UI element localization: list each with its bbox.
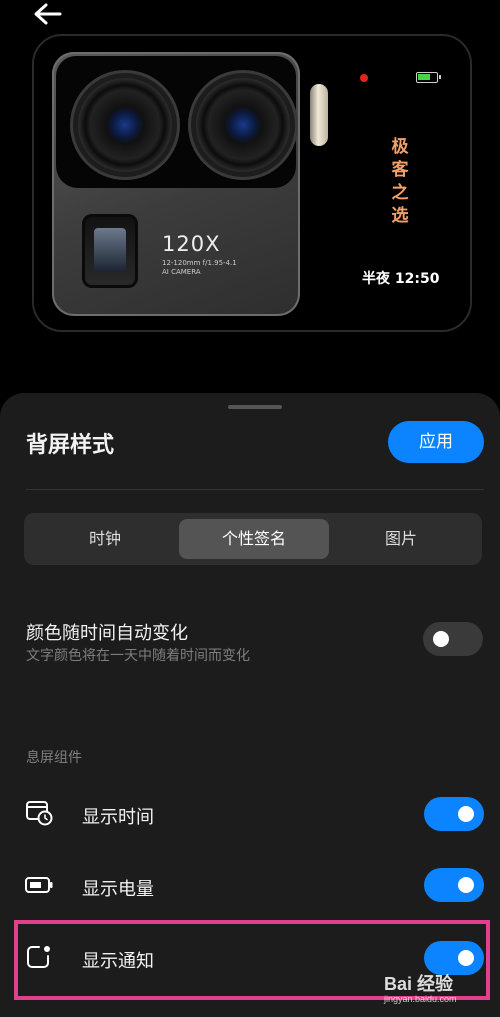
zoom-label: 120X	[162, 232, 221, 256]
periscope-lens-icon	[82, 214, 138, 288]
camera-spec-text: 12-120mm f/1.95-4.1 AI CAMERA	[162, 259, 237, 277]
camera-spec-line: 12-120mm f/1.95-4.1	[162, 259, 237, 267]
preview-clock: 半夜 12:50	[362, 271, 440, 287]
indicator-dot	[360, 74, 368, 82]
back-button[interactable]	[30, 0, 66, 30]
watermark-url: jingyan.baidu.com	[384, 994, 457, 1004]
signature-text: 极客之选	[391, 137, 409, 226]
camera-spec-line: AI CAMERA	[162, 268, 201, 276]
color-auto-change-title: 颜色随时间自动变化	[26, 623, 188, 644]
camera-lens-housing	[56, 56, 296, 188]
widgets-section-label: 息屏组件	[26, 750, 82, 766]
color-auto-change-toggle[interactable]	[423, 622, 483, 656]
camera-module-image: 120X 12-120mm f/1.95-4.1 AI CAMERA	[52, 52, 300, 316]
apply-button[interactable]: 应用	[388, 421, 484, 463]
back-screen-preview: 120X 12-120mm f/1.95-4.1 AI CAMERA 极客之选 …	[32, 34, 472, 332]
watermark-brand: Bai 经验	[384, 974, 454, 994]
show-battery-toggle[interactable]	[424, 868, 484, 902]
sheet-title: 背屏样式	[26, 433, 115, 458]
tab-signature[interactable]: 个性签名	[179, 519, 329, 559]
baidu-watermark: Bai 经验 jingyan.baidu.com	[384, 970, 457, 1004]
camera-lens-icon	[78, 78, 172, 172]
battery-icon	[25, 877, 53, 893]
drag-handle[interactable]	[228, 405, 282, 409]
clock-calendar-icon	[26, 801, 53, 826]
tab-image[interactable]: 图片	[326, 519, 476, 559]
widget-label-battery: 显示电量	[82, 879, 154, 900]
battery-status-icon	[416, 72, 441, 83]
flash-icon	[310, 84, 328, 146]
style-bottom-sheet: 背屏样式 应用 时钟 个性签名 图片 颜色随时间自动变化 文字颜色将在一天中随着…	[0, 393, 500, 1017]
widget-label-time: 显示时间	[82, 807, 154, 828]
style-tabs: 时钟 个性签名 图片	[24, 513, 482, 565]
tab-clock[interactable]: 时钟	[30, 519, 180, 559]
back-arrow-icon	[34, 3, 62, 25]
show-time-toggle[interactable]	[424, 797, 484, 831]
camera-lens-icon	[196, 78, 290, 172]
divider	[26, 489, 484, 490]
color-auto-change-subtitle: 文字颜色将在一天中随着时间而变化	[26, 648, 250, 664]
